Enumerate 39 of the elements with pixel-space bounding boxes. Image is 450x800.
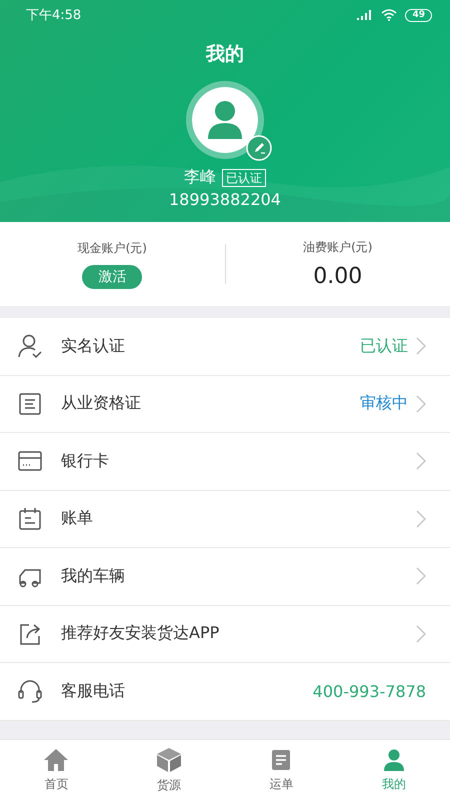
menu-item[interactable]: 推荐好友安装货达APP: [0, 606, 450, 663]
status-text: 已认证: [360, 336, 408, 357]
account-label: 现金账户(元): [78, 240, 147, 256]
status-text: 审核中: [360, 393, 408, 414]
home-icon: [43, 748, 70, 772]
headset-icon: [17, 678, 43, 704]
menu-label: 从业资格证: [61, 393, 142, 414]
document-icon: [17, 390, 43, 417]
page-title: 我的: [206, 42, 244, 67]
battery-level: 49: [405, 8, 432, 22]
calendar-icon: [17, 506, 43, 532]
user-name: 李峰: [184, 167, 216, 188]
menu-item[interactable]: 从业资格证 审核中: [0, 376, 450, 433]
box-icon: [156, 746, 182, 772]
menu-item[interactable]: 客服电话 400-993-7878: [0, 663, 450, 720]
account-label: 油费账户(元): [303, 239, 372, 256]
menu-label: 银行卡: [61, 450, 110, 472]
edit-icon[interactable]: [246, 135, 272, 161]
tab-item[interactable]: 首页: [0, 740, 112, 800]
menu-label: 推荐好友安装货达APP: [61, 623, 220, 644]
user-check-icon: [17, 333, 43, 360]
menu-item[interactable]: 实名认证 已认证: [0, 318, 450, 376]
menu-item[interactable]: 账单: [0, 490, 450, 548]
account-balance: 0.00: [313, 264, 362, 289]
menu-item[interactable]: 银行卡: [0, 433, 450, 490]
person-icon: [382, 748, 406, 772]
tab-item[interactable]: 货源: [112, 740, 225, 800]
status-time: 下午4:58: [26, 7, 82, 24]
menu-label: 我的车辆: [61, 566, 126, 587]
wifi-icon: [381, 9, 398, 21]
menu-label: 实名认证: [61, 336, 126, 357]
menu-label: 账单: [61, 508, 94, 530]
phone-number: 18993882204: [169, 190, 281, 209]
verified-badge: 已认证: [222, 168, 266, 186]
menu-label: 客服电话: [61, 680, 126, 702]
signal-icon: [357, 9, 374, 21]
status-text: 400-993-7878: [312, 682, 426, 701]
menu-item[interactable]: 我的车辆: [0, 548, 450, 606]
tab-item[interactable]: 运单: [225, 740, 338, 800]
